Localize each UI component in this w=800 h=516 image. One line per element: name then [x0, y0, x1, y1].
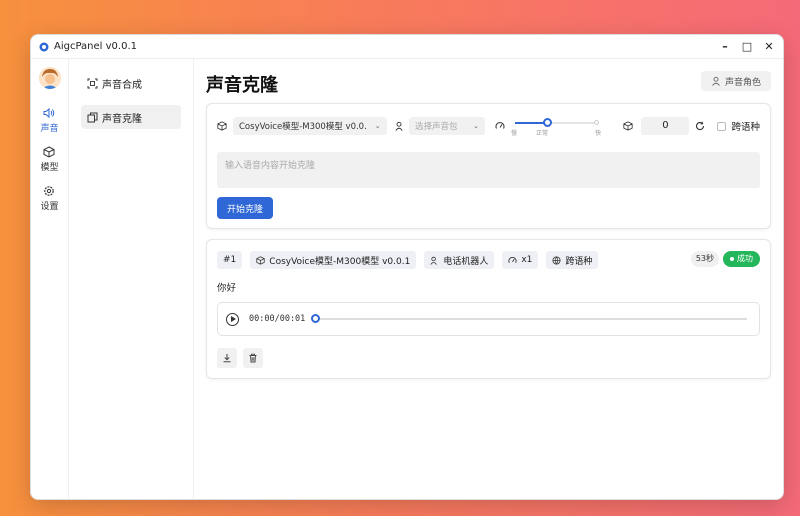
download-button[interactable] — [217, 348, 237, 368]
result-model: CosyVoice模型-M300模型 v0.0.1 — [269, 256, 411, 267]
gear-icon — [44, 186, 55, 196]
result-mode-tag: 跨语种 — [546, 251, 599, 269]
seek-knob[interactable] — [311, 314, 321, 323]
seek-track — [315, 318, 747, 320]
speed-slider[interactable]: 慢 正常 快 — [511, 117, 603, 137]
seek-bar[interactable] — [311, 314, 751, 324]
speed-mark-max — [594, 120, 599, 125]
cube-seed-icon — [623, 121, 634, 131]
speed-gauge-icon — [508, 256, 517, 263]
minimize-button[interactable]: – — [719, 40, 731, 53]
maximize-button[interactable]: □ — [741, 40, 753, 53]
text-input-placeholder: 输入语音内容开始克隆 — [225, 161, 316, 171]
speed-label-normal: 正常 — [536, 130, 549, 137]
copy-icon — [87, 112, 98, 122]
result-mode: 跨语种 — [565, 256, 593, 267]
speed-label-fast: 快 — [595, 130, 602, 137]
voice-select[interactable]: 选择声音包 ⌄ — [409, 117, 485, 135]
model-select[interactable]: CosyVoice模型-M300模型 v0.0. ⌄ — [233, 117, 387, 135]
result-voice-tag: 电话机器人 — [424, 251, 495, 269]
app-logo-icon — [39, 42, 49, 51]
avatar-image — [38, 67, 61, 89]
duration-badge: 53秒 — [690, 251, 719, 267]
start-clone-button[interactable]: 开始克隆 — [217, 197, 274, 219]
speed-label-slow: 慢 — [511, 130, 518, 137]
seed-input[interactable]: 0 — [641, 117, 690, 135]
clone-form-card: CosyVoice模型-M300模型 v0.0. ⌄ 选择声音包 ⌄ 慢 正常 … — [206, 103, 771, 229]
result-speed: x1 — [521, 255, 533, 265]
result-model-tag: CosyVoice模型-M300模型 v0.0.1 — [250, 251, 417, 269]
status-label: 成功 — [737, 254, 753, 263]
window-title: AigcPanel v0.0.1 — [54, 41, 137, 52]
chevron-down-icon: ⌄ — [473, 122, 479, 130]
rail-item-sound[interactable]: 声音 — [40, 107, 59, 134]
user-voice-icon — [430, 256, 438, 265]
rail-item-settings[interactable]: 设置 — [40, 185, 59, 212]
left-rail: 声音 模型 设置 — [31, 59, 69, 499]
rail-item-label: 模型 — [40, 163, 59, 173]
player-time: 00:00/00:01 — [249, 314, 306, 324]
result-index-tag: #1 — [217, 251, 243, 269]
avatar[interactable] — [38, 67, 61, 89]
speed-slider-knob[interactable] — [542, 118, 552, 127]
sub-nav: 声音合成 声音克隆 — [69, 59, 194, 499]
speed-slider-fill — [515, 122, 547, 124]
download-icon — [223, 354, 231, 363]
subnav-item-label: 声音克隆 — [102, 113, 142, 125]
result-voice: 电话机器人 — [443, 256, 489, 267]
voice-role-label: 声音角色 — [724, 77, 761, 88]
rail-item-model[interactable]: 模型 — [40, 146, 59, 173]
close-button[interactable]: ✕ — [763, 40, 775, 53]
subnav-item-label: 声音合成 — [102, 79, 142, 91]
cube-icon — [256, 255, 265, 265]
audio-player: 00:00/00:01 — [217, 302, 760, 336]
status-dot-icon — [730, 257, 734, 261]
cube-icon — [43, 146, 55, 158]
globe-icon — [552, 255, 561, 265]
status-badge: 成功 — [723, 251, 760, 267]
model-select-value: CosyVoice模型-M300模型 v0.0. — [239, 122, 367, 132]
cross-lingual-label: 跨语种 — [731, 122, 760, 133]
refresh-icon[interactable] — [695, 121, 705, 131]
trash-icon — [249, 353, 257, 363]
cross-lingual-checkbox[interactable] — [717, 121, 727, 131]
user-icon — [712, 76, 720, 86]
rail-item-label: 声音 — [40, 124, 59, 134]
scan-icon — [87, 78, 98, 88]
result-card: #1 CosyVoice模型-M300模型 v0.0.1 电话机器人 x1 跨语… — [206, 239, 771, 379]
app-window: AigcPanel v0.0.1 – □ ✕ 声音 模型 设置 声音合成 声音克… — [30, 34, 784, 500]
subnav-item-synthesis[interactable]: 声音合成 — [81, 71, 181, 95]
text-input[interactable]: 输入语音内容开始克隆 — [217, 152, 760, 188]
voice-role-button[interactable]: 声音角色 — [700, 71, 771, 91]
result-index: #1 — [223, 255, 237, 265]
chevron-down-icon: ⌄ — [374, 122, 381, 130]
cube-icon — [217, 121, 227, 131]
delete-button[interactable] — [243, 348, 263, 368]
main-content: 声音克隆 声音角色 CosyVoice模型-M300模型 v0.0. ⌄ 选择声… — [194, 59, 783, 499]
speed-gauge-icon — [495, 122, 505, 129]
play-icon[interactable] — [226, 312, 239, 326]
rail-item-label: 设置 — [40, 202, 59, 212]
result-text: 你好 — [217, 283, 237, 294]
user-voice-icon — [395, 121, 403, 131]
voice-select-placeholder: 选择声音包 — [415, 122, 458, 132]
title-bar: AigcPanel v0.0.1 – □ ✕ — [31, 35, 783, 59]
result-speed-tag: x1 — [502, 251, 539, 269]
subnav-item-clone[interactable]: 声音克隆 — [81, 105, 181, 129]
page-title: 声音克隆 — [206, 75, 278, 96]
sound-icon — [43, 107, 55, 119]
